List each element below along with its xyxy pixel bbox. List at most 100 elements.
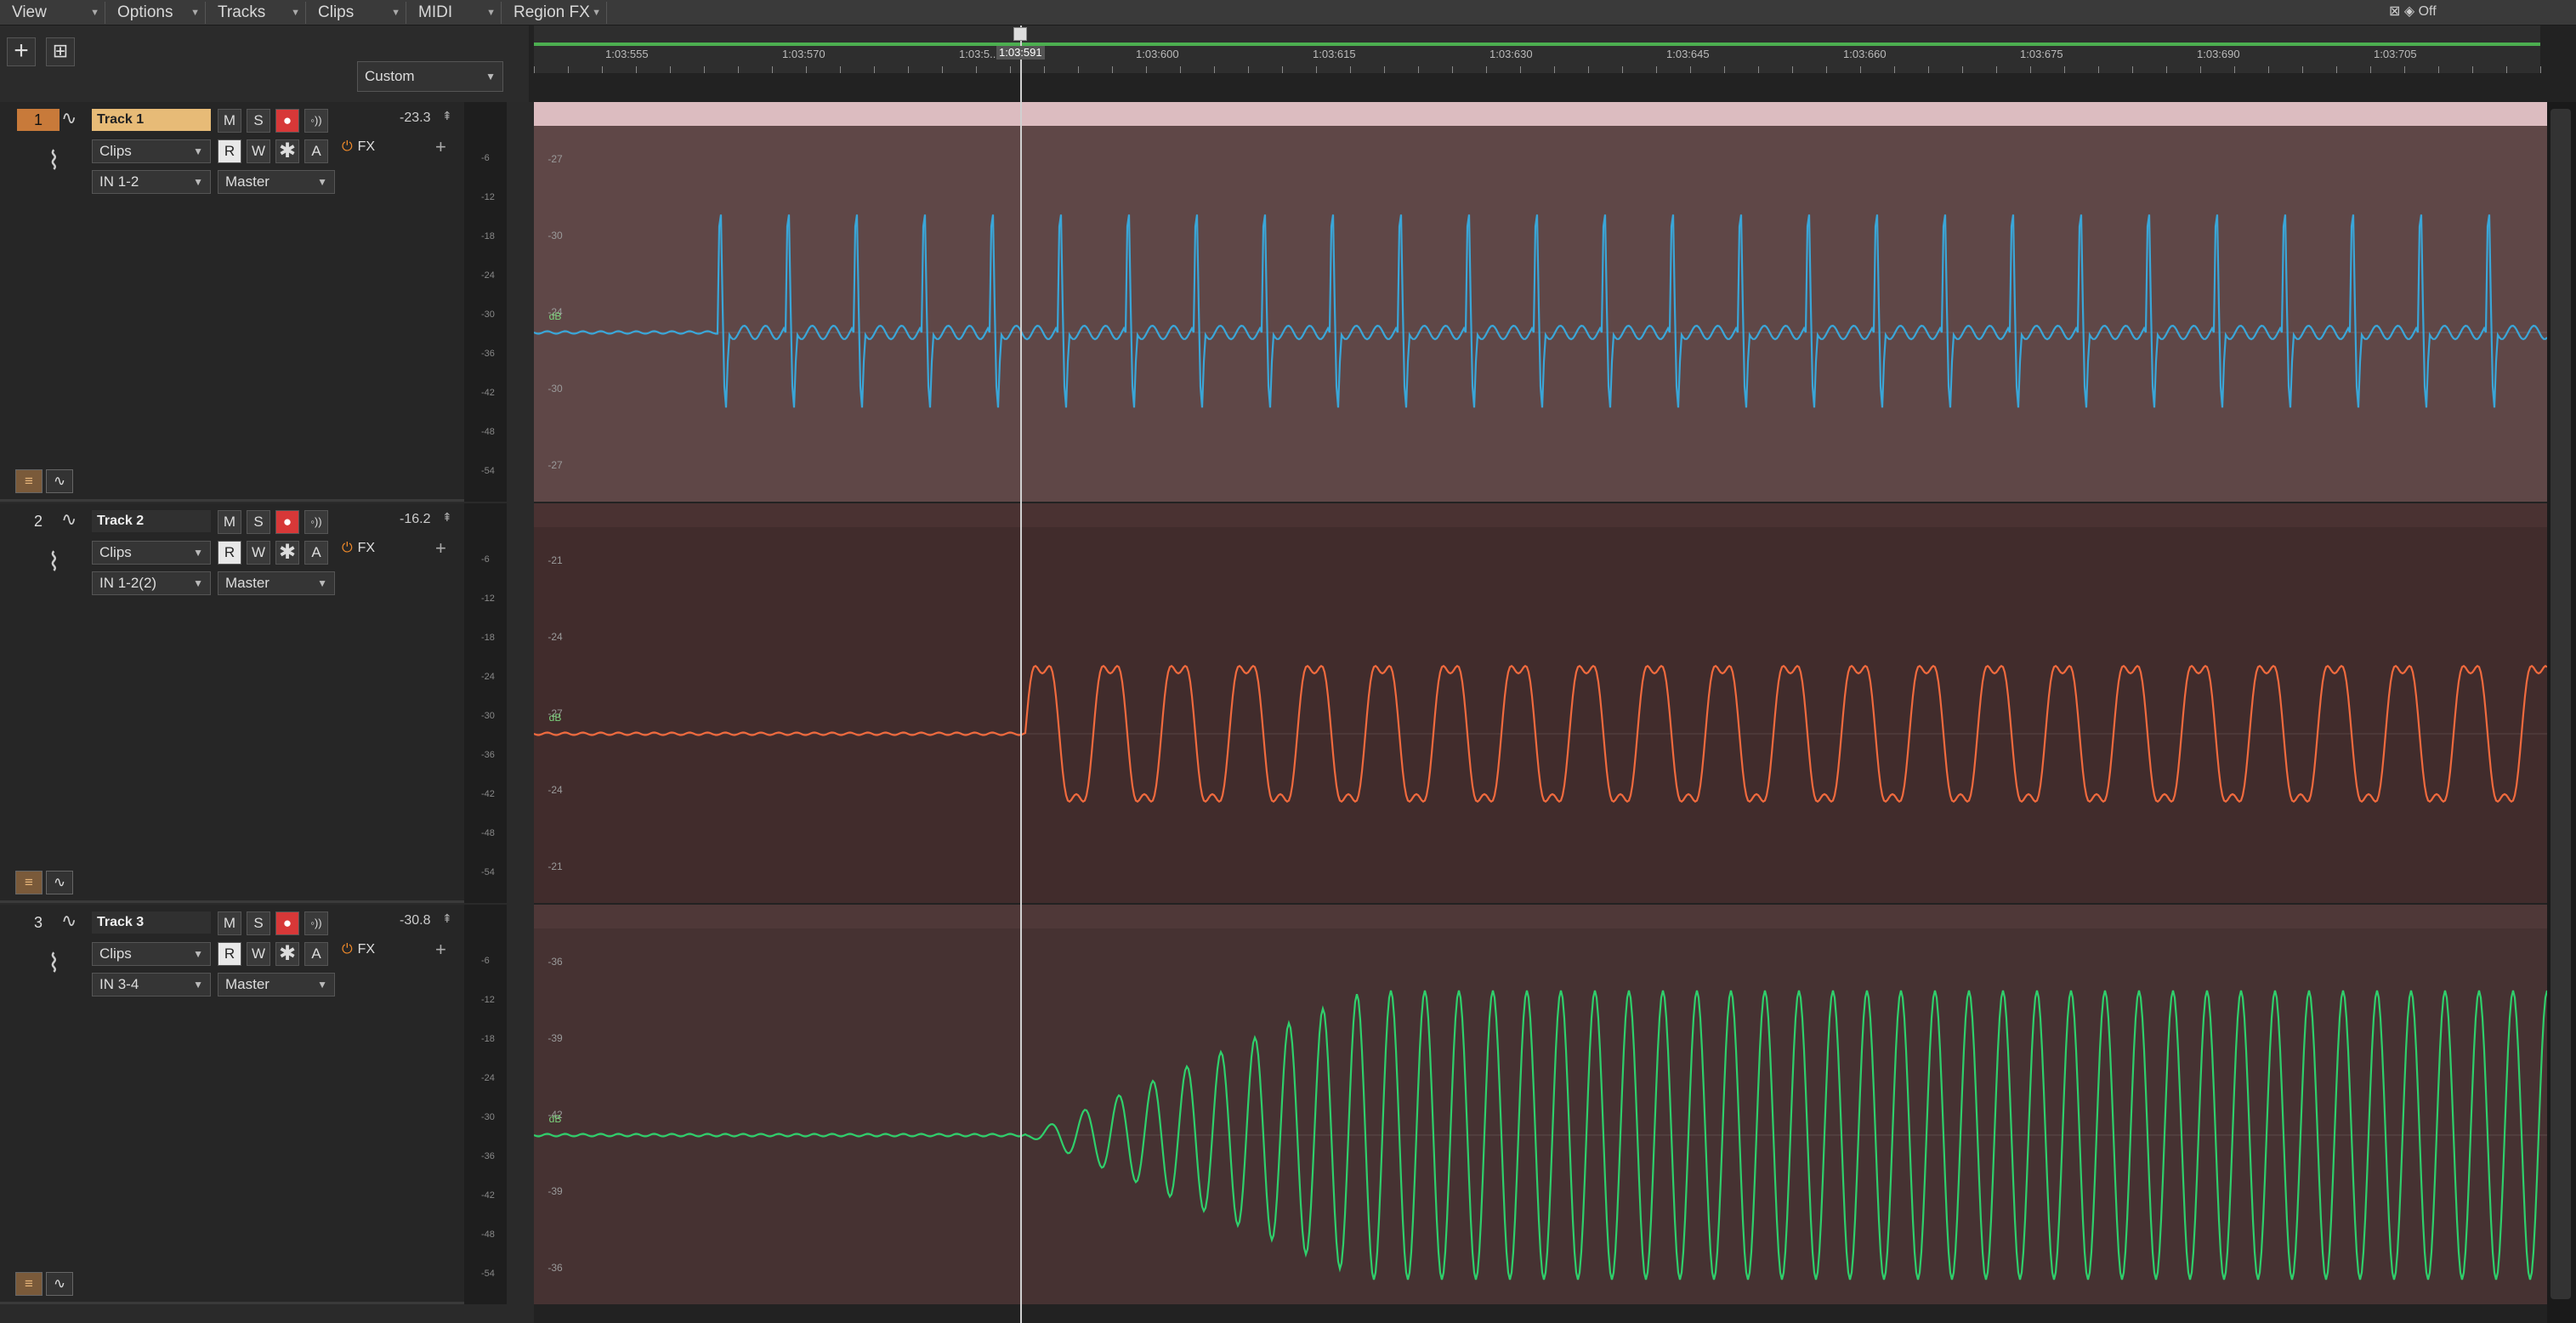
record-arm-button[interactable]: ●: [275, 911, 299, 935]
meter-scale-label: -18: [481, 633, 495, 643]
input-monitor-button[interactable]: ◦)): [304, 911, 328, 935]
automation-lanes-button[interactable]: ∿: [46, 1272, 73, 1296]
write-automation-button[interactable]: W: [247, 139, 270, 163]
ruler-tick: [908, 66, 909, 73]
clip-lane[interactable]: -21 -24 -27 -24 -21 dB: [534, 503, 2547, 903]
write-automation-button[interactable]: W: [247, 942, 270, 966]
menu-clips[interactable]: Clips ▼: [306, 2, 406, 24]
track-number[interactable]: 1: [17, 109, 60, 131]
add-fx-button[interactable]: +: [435, 939, 446, 961]
ruler-label: 1:03:5..: [959, 48, 996, 60]
ruler-tick: [2540, 66, 2541, 73]
ruler-label: 1:03:705: [2374, 48, 2417, 60]
now-marker-handle[interactable]: [1013, 27, 1027, 41]
zoom-control[interactable]: ⊠ ◈ Off: [2389, 0, 2542, 24]
input-select[interactable]: IN 1-2 ▼: [92, 170, 211, 194]
waveform-icon: ⌇: [48, 548, 60, 576]
meter-scale-label: -36: [481, 1151, 495, 1161]
input-echo-button[interactable]: ✱: [275, 541, 299, 565]
solo-button[interactable]: S: [247, 911, 270, 935]
record-arm-button[interactable]: ●: [275, 510, 299, 534]
ruler-tick: [1384, 66, 1385, 73]
ruler-tick: [1180, 66, 1181, 73]
track-mode-select[interactable]: Clips ▼: [92, 139, 211, 163]
menu-tracks[interactable]: Tracks ▼: [206, 2, 306, 24]
ruler-tick: [1928, 66, 1929, 73]
automation-lanes-button[interactable]: ∿: [46, 469, 73, 493]
track-name[interactable]: Track 1: [92, 109, 211, 131]
collapse-icon[interactable]: ⇞: [442, 911, 452, 926]
track-headers: 1 ∿ Track 1 M S ● ◦)) -23.3 ⇞ ⌇ Clips ▼ R…: [0, 102, 534, 1323]
output-select[interactable]: Master ▼: [218, 170, 335, 194]
archive-button[interactable]: A: [304, 139, 328, 163]
time-ruler[interactable]: 1:03:555 1:03:570 1:03:5.. 1:03:600 1:03:615…: [534, 26, 2541, 73]
track-name[interactable]: Track 3: [92, 911, 211, 934]
input-monitor-button[interactable]: ◦)): [304, 510, 328, 534]
ruler-tick: [2132, 66, 2133, 73]
power-icon: ⏻: [342, 541, 353, 555]
read-automation-button[interactable]: R: [218, 139, 241, 163]
archive-button[interactable]: A: [304, 541, 328, 565]
track-volume[interactable]: -23.3: [400, 111, 430, 126]
track-volume[interactable]: -30.8: [400, 913, 430, 928]
track-name[interactable]: Track 2: [92, 510, 211, 532]
input-echo-button[interactable]: ✱: [275, 139, 299, 163]
loop-bar[interactable]: [534, 43, 2540, 46]
mute-button[interactable]: M: [218, 911, 241, 935]
output-select[interactable]: Master ▼: [218, 973, 335, 997]
menu-options[interactable]: Options ▼: [105, 2, 206, 24]
mute-button[interactable]: M: [218, 109, 241, 133]
meter-scale-label: -30: [481, 309, 495, 320]
lanes-toggle-button[interactable]: ≡: [15, 871, 43, 894]
scrollbar-thumb[interactable]: [2550, 109, 2571, 1299]
collapse-icon[interactable]: ⇞: [442, 510, 452, 525]
lanes-toggle-button[interactable]: ≡: [15, 469, 43, 493]
track-number[interactable]: 3: [17, 911, 60, 934]
fx-bin[interactable]: ⏻ FX: [342, 942, 375, 957]
track-meter: -6 -12 -18 -24 -30 -36 -42 -48 -54: [464, 102, 507, 502]
collapse-icon[interactable]: ⇞: [442, 109, 452, 123]
write-automation-button[interactable]: W: [247, 541, 270, 565]
automation-lanes-button[interactable]: ∿: [46, 871, 73, 894]
power-icon: ⏻: [342, 139, 353, 154]
record-arm-button[interactable]: ●: [275, 109, 299, 133]
output-select[interactable]: Master ▼: [218, 571, 335, 595]
track-view-preset-select[interactable]: Custom ▼: [357, 61, 503, 92]
read-automation-button[interactable]: R: [218, 942, 241, 966]
menu-midi[interactable]: MIDI ▼: [406, 2, 502, 24]
fx-bin[interactable]: ⏻ FX: [342, 139, 375, 155]
input-select[interactable]: IN 3-4 ▼: [92, 973, 211, 997]
track-mode-select[interactable]: Clips ▼: [92, 942, 211, 966]
solo-button[interactable]: S: [247, 109, 270, 133]
add-fx-button[interactable]: +: [435, 537, 446, 559]
track-header[interactable]: 3 ∿ Track 3 M S ● ◦)) -30.8 ⇞ ⌇ Clips ▼ R…: [0, 905, 507, 1304]
ruler-tick: [2438, 66, 2439, 73]
input-monitor-button[interactable]: ◦)): [304, 109, 328, 133]
ruler-label: 1:03:630: [1489, 48, 1533, 60]
menu-view[interactable]: View ▼: [0, 2, 105, 24]
clip-lane[interactable]: -27 -30 -24 -30 -27 dB: [534, 102, 2547, 502]
input-select[interactable]: IN 1-2(2) ▼: [92, 571, 211, 595]
menu-region-fx[interactable]: Region FX ▼: [502, 2, 607, 24]
clip-lane[interactable]: -36 -39 -42 -39 -36 dB: [534, 905, 2547, 1304]
add-group-button[interactable]: ⊞: [46, 37, 75, 66]
playhead[interactable]: [1020, 26, 1022, 1323]
ruler-tick: [1758, 66, 1759, 73]
add-fx-button[interactable]: +: [435, 136, 446, 158]
add-track-button[interactable]: +: [7, 37, 36, 66]
track-volume[interactable]: -16.2: [400, 512, 430, 527]
track-number[interactable]: 2: [17, 510, 60, 532]
mute-button[interactable]: M: [218, 510, 241, 534]
vertical-scrollbar[interactable]: [2547, 102, 2576, 1323]
archive-button[interactable]: A: [304, 942, 328, 966]
track-header[interactable]: 1 ∿ Track 1 M S ● ◦)) -23.3 ⇞ ⌇ Clips ▼ R…: [0, 102, 507, 502]
track-mode-select[interactable]: Clips ▼: [92, 541, 211, 565]
fx-bin[interactable]: ⏻ FX: [342, 541, 375, 556]
read-automation-button[interactable]: R: [218, 541, 241, 565]
now-time-label: 1:03:591: [996, 46, 1045, 60]
track-header[interactable]: 2 ∿ Track 2 M S ● ◦)) -16.2 ⇞ ⌇ Clips ▼ R…: [0, 503, 507, 903]
ruler-tick: [1248, 66, 1249, 73]
lanes-toggle-button[interactable]: ≡: [15, 1272, 43, 1296]
solo-button[interactable]: S: [247, 510, 270, 534]
input-echo-button[interactable]: ✱: [275, 942, 299, 966]
